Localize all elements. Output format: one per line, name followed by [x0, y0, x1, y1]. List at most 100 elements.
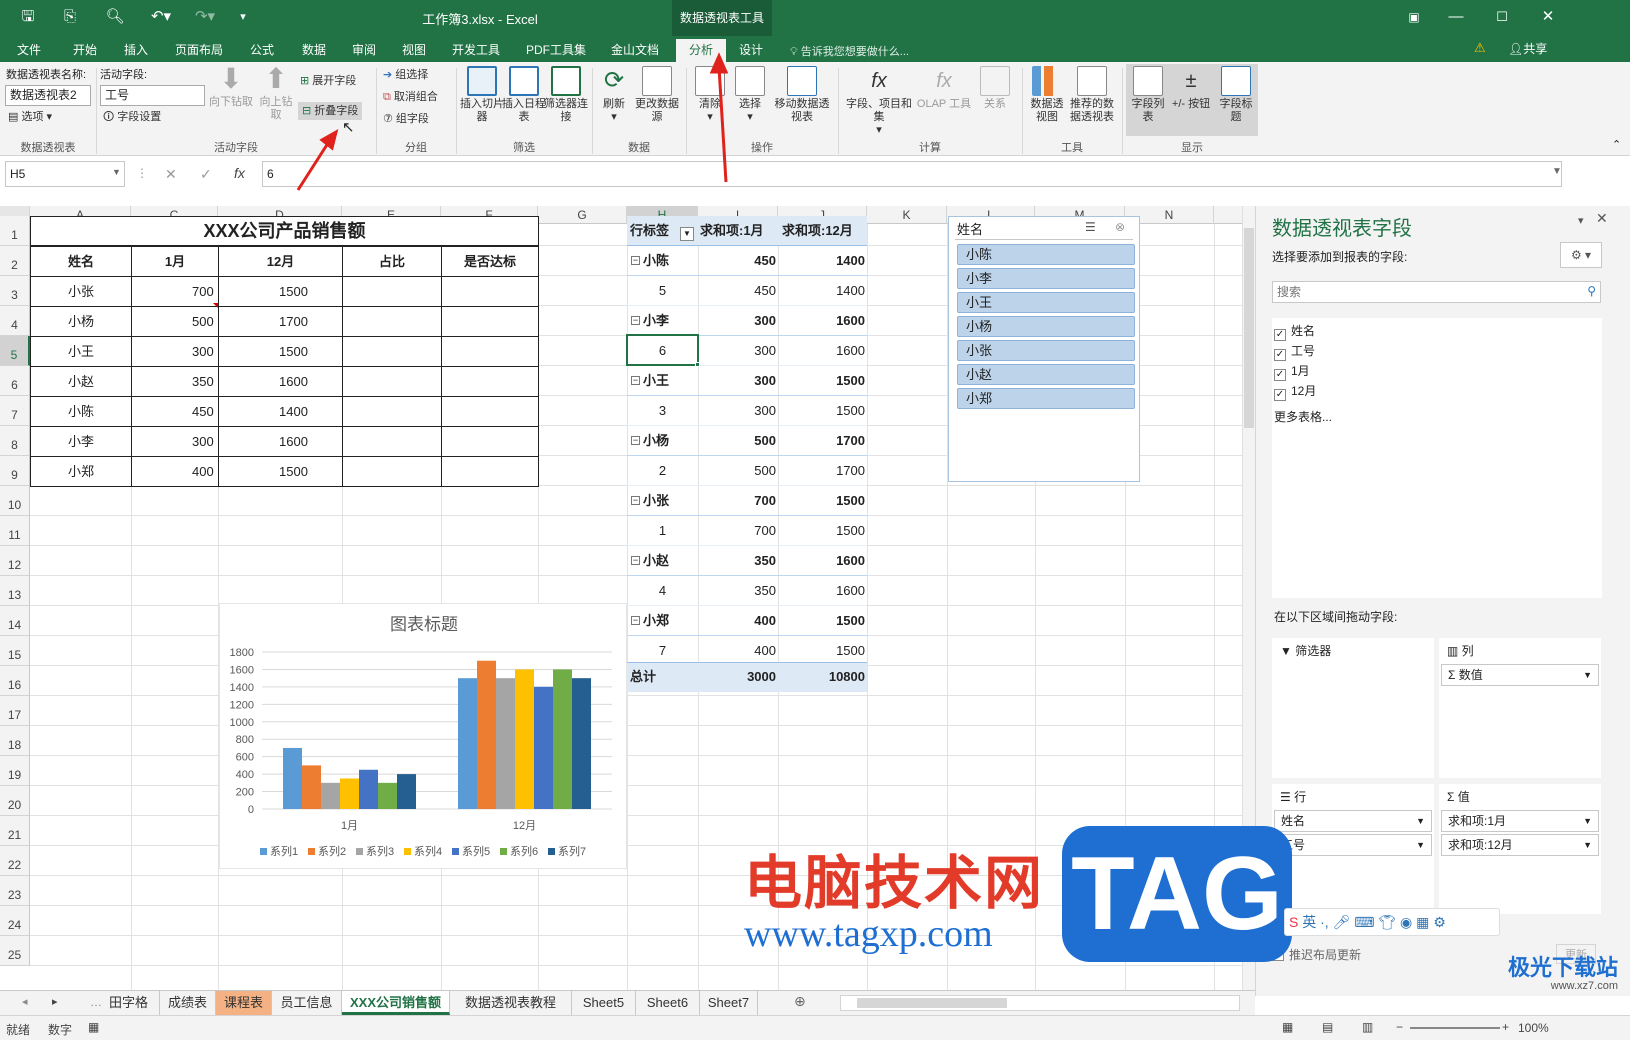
tab-design[interactable]: 设计: [728, 39, 774, 62]
row-header-5[interactable]: 5: [0, 336, 30, 366]
formula-input[interactable]: 6: [262, 161, 1562, 187]
table-cell[interactable]: [441, 456, 539, 487]
sheet-tab[interactable]: Sheet7: [700, 991, 758, 1015]
pivot-value-dec[interactable]: 1500: [778, 366, 865, 396]
values-area[interactable]: Σ 值 求和项:1月 ▼ 求和项:12月 ▼: [1439, 784, 1601, 914]
tab-home[interactable]: 开始: [58, 39, 112, 62]
row-header-2[interactable]: 2: [0, 246, 30, 276]
table-cell[interactable]: 小王: [30, 336, 132, 367]
table-cell[interactable]: 小杨: [30, 306, 132, 337]
tab-developer[interactable]: 开发工具: [444, 39, 508, 62]
undo-icon[interactable]: ↶▾: [146, 6, 176, 28]
insert-slicer-button[interactable]: 插入切片器: [460, 66, 504, 124]
olap-tools-button[interactable]: fx OLAP 工具: [916, 66, 972, 111]
pivot-group-label[interactable]: 小赵: [643, 546, 669, 576]
field-checkbox-item[interactable]: ✓ 12月: [1274, 382, 1316, 401]
slicer-item[interactable]: 小张: [957, 340, 1135, 361]
pivot-item-label[interactable]: 5: [627, 276, 698, 306]
pivot-group-label[interactable]: 小王: [643, 366, 669, 396]
field-search-input[interactable]: [1273, 282, 1563, 302]
page-break-view-icon[interactable]: ▥: [1362, 1020, 1373, 1034]
pivot-value-jan[interactable]: 450: [698, 276, 776, 306]
pivot-value-dec[interactable]: 1700: [778, 426, 865, 456]
pivot-value-dec[interactable]: 1500: [778, 396, 865, 426]
expand-formula-icon[interactable]: ▼: [1552, 166, 1562, 177]
checkbox-checked-icon[interactable]: ✓: [1274, 349, 1286, 361]
table-cell[interactable]: [342, 336, 442, 367]
pivot-value-jan[interactable]: 350: [698, 576, 776, 606]
row-header-6[interactable]: 6: [0, 366, 30, 396]
table-cell[interactable]: 小陈: [30, 396, 132, 427]
slicer-item[interactable]: 小李: [957, 268, 1135, 289]
table-cell[interactable]: [342, 426, 442, 457]
pivot-value-dec[interactable]: 1400: [778, 246, 865, 276]
table-cell[interactable]: 450: [131, 396, 219, 427]
slicer-item[interactable]: 小陈: [957, 244, 1135, 265]
tab-view[interactable]: 视图: [390, 39, 438, 62]
pt-name-input[interactable]: 数据透视表2: [5, 85, 91, 106]
name-box[interactable]: H5: [5, 161, 125, 187]
table-cell[interactable]: 1700: [218, 306, 343, 337]
pivot-item-label[interactable]: 2: [627, 456, 698, 486]
collapse-button-icon[interactable]: −: [631, 436, 640, 445]
prev-sheet-icon[interactable]: ◂: [22, 995, 28, 1008]
minimize-icon[interactable]: —: [1446, 6, 1466, 28]
table-cell[interactable]: 350: [131, 366, 219, 397]
add-sheet-icon[interactable]: ⊕: [794, 993, 806, 1010]
checkbox-checked-icon[interactable]: ✓: [1274, 329, 1286, 341]
table-header-cell[interactable]: 占比: [342, 246, 442, 277]
row-header-17[interactable]: 17: [0, 696, 30, 726]
recommended-pivottables-button[interactable]: 推荐的数据透视表: [1066, 66, 1118, 124]
select-button[interactable]: 选择 ▾: [730, 66, 770, 124]
field-search-box[interactable]: ⚲: [1272, 281, 1601, 303]
pivot-group-label[interactable]: 小陈: [643, 246, 669, 276]
table-cell[interactable]: 300: [131, 336, 219, 367]
row-header-25[interactable]: 25: [0, 936, 30, 966]
sheet-tab[interactable]: Sheet5: [572, 991, 636, 1015]
row-header-22[interactable]: 22: [0, 846, 30, 876]
value-field-jan[interactable]: 求和项:1月 ▼: [1441, 810, 1599, 832]
pivot-item-label[interactable]: 3: [627, 396, 698, 426]
tab-data[interactable]: 数据: [290, 39, 338, 62]
change-source-button[interactable]: 更改数据源: [632, 66, 682, 124]
table-cell[interactable]: [342, 366, 442, 397]
filter-dropdown-icon[interactable]: ▼: [680, 227, 694, 241]
pivot-value-dec[interactable]: 1400: [778, 276, 865, 306]
pivot-value-jan[interactable]: 450: [698, 246, 776, 276]
tab-page-layout[interactable]: 页面布局: [164, 39, 234, 62]
value-field-dec[interactable]: 求和项:12月 ▼: [1441, 834, 1599, 856]
table-cell[interactable]: 小李: [30, 426, 132, 457]
collapse-button-icon[interactable]: −: [631, 256, 640, 265]
more-tables-link[interactable]: 更多表格...: [1274, 408, 1332, 425]
table-cell[interactable]: [342, 396, 442, 427]
pivot-group-label[interactable]: 小郑: [643, 606, 669, 636]
column-chart[interactable]: 图表标题 0 200 400 600 800 1000 1200 1400 1600 1800 1月 1…: [219, 603, 627, 869]
rows-area[interactable]: ☰ 行 姓名 ▼ 工号 ▼: [1272, 784, 1434, 914]
group-selection-button[interactable]: ➔ 组选择: [383, 66, 428, 84]
drill-up-button[interactable]: ⬆ 向上钻取: [256, 64, 296, 122]
table-cell[interactable]: [342, 306, 442, 337]
row-header-3[interactable]: 3: [0, 276, 30, 306]
pivot-value-dec[interactable]: 1600: [778, 576, 865, 606]
table-header-cell[interactable]: 姓名: [30, 246, 132, 277]
print-preview-icon[interactable]: 🔍︎: [105, 6, 125, 28]
pivot-value-dec[interactable]: 1600: [778, 306, 865, 336]
filters-area[interactable]: ▼ 筛选器: [1272, 638, 1434, 778]
collapse-ribbon-icon[interactable]: ⌃: [1612, 138, 1621, 151]
collapse-button-icon[interactable]: −: [631, 556, 640, 565]
collapse-button-icon[interactable]: −: [631, 496, 640, 505]
sheet-tab[interactable]: 田字格: [98, 991, 160, 1015]
save-icon[interactable]: 🖫: [18, 6, 38, 28]
pane-tools-button[interactable]: ⚙ ▾: [1560, 242, 1602, 268]
row-header-21[interactable]: 21: [0, 816, 30, 846]
field-checkbox-item[interactable]: ✓ 1月: [1274, 362, 1310, 381]
table-cell[interactable]: 400: [131, 456, 219, 487]
tab-pdf-tools[interactable]: PDF工具集: [516, 39, 596, 62]
pivot-value-dec[interactable]: 1500: [778, 606, 865, 636]
ungroup-button[interactable]: ⧉ 取消组合: [383, 88, 438, 106]
fields-items-sets-button[interactable]: fx 字段、项目和集 ▾: [842, 66, 916, 137]
pivot-value-dec[interactable]: 1700: [778, 456, 865, 486]
table-cell[interactable]: 小郑: [30, 456, 132, 487]
insert-function-icon[interactable]: fx: [234, 165, 245, 181]
row-header-18[interactable]: 18: [0, 726, 30, 756]
